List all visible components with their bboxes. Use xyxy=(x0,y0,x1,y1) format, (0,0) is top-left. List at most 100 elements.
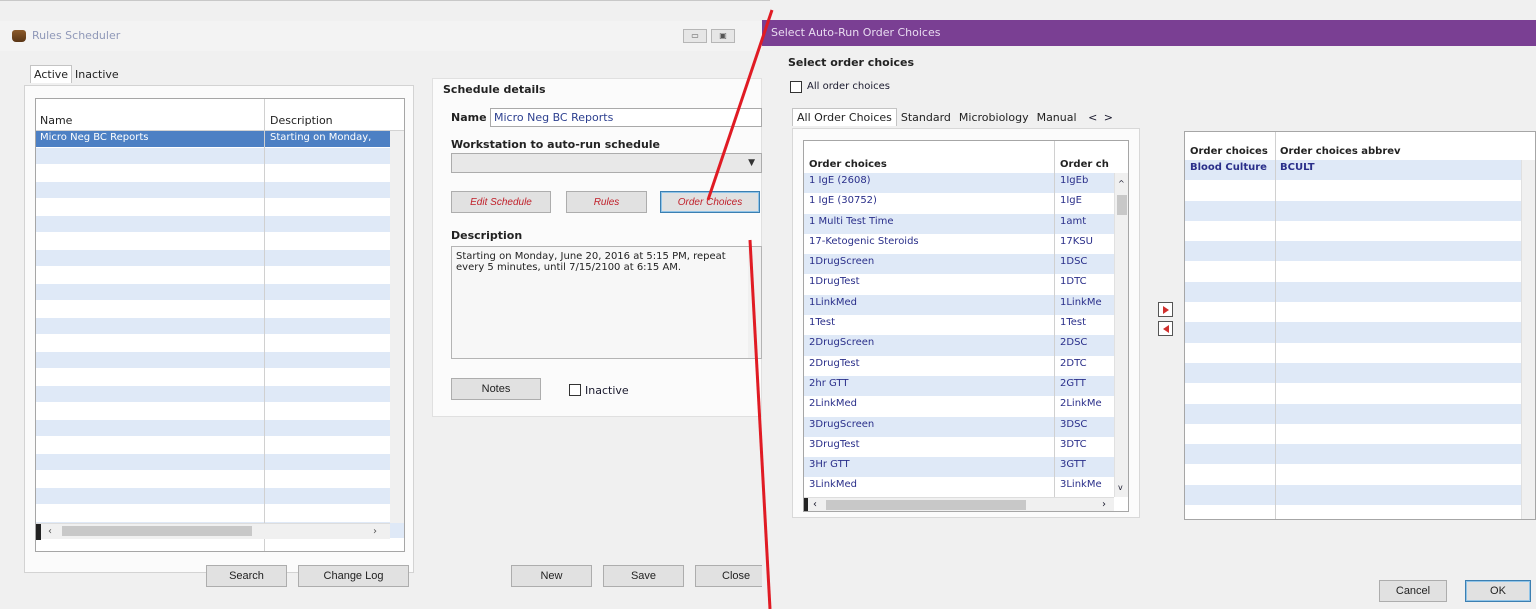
list-item[interactable]: 3DrugTest 3DTC xyxy=(804,437,1114,457)
table-row[interactable] xyxy=(36,250,404,267)
list-item[interactable]: 1DrugScreen 1DSC xyxy=(804,254,1114,275)
list-item[interactable] xyxy=(1185,302,1521,322)
list-item[interactable]: 2LinkMed 2LinkMe xyxy=(804,396,1114,416)
column-header-order-abbrev[interactable]: Order ch xyxy=(1060,159,1109,170)
table-row[interactable] xyxy=(36,182,404,199)
table-row[interactable] xyxy=(36,233,404,250)
table-row[interactable] xyxy=(36,301,404,318)
list-item[interactable] xyxy=(1185,484,1521,506)
table-row[interactable] xyxy=(36,539,404,551)
list-item[interactable] xyxy=(1185,505,1521,519)
cancel-button[interactable]: Cancel xyxy=(1379,580,1447,602)
list-item[interactable] xyxy=(1185,403,1521,424)
scroll-thumb[interactable] xyxy=(826,500,1026,510)
tab-all-order-choices[interactable]: All Order Choices xyxy=(792,108,897,126)
table-row[interactable] xyxy=(36,437,404,454)
list-item[interactable] xyxy=(1185,261,1521,281)
maximize-icon[interactable]: ▣ xyxy=(711,29,735,43)
rules-button[interactable]: Rules xyxy=(566,191,647,213)
list-item[interactable] xyxy=(1185,241,1521,262)
table-row[interactable] xyxy=(36,318,404,335)
vertical-scrollbar[interactable] xyxy=(390,131,404,523)
description-textarea[interactable]: Starting on Monday, June 20, 2016 at 5:1… xyxy=(451,246,762,359)
name-field[interactable]: Micro Neg BC Reports xyxy=(490,108,762,127)
list-item[interactable] xyxy=(1185,221,1521,241)
table-row[interactable] xyxy=(36,267,404,284)
table-row[interactable] xyxy=(36,284,404,301)
scroll-left-icon[interactable]: ‹ xyxy=(813,499,817,510)
edit-schedule-button[interactable]: Edit Schedule xyxy=(451,191,551,213)
vertical-scrollbar[interactable] xyxy=(1521,160,1535,519)
list-item[interactable]: 1Test 1Test xyxy=(804,315,1114,335)
list-item[interactable]: 3Hr GTT 3GTT xyxy=(804,457,1114,478)
table-row[interactable] xyxy=(36,165,404,182)
move-left-arrow-icon[interactable] xyxy=(1158,321,1173,336)
list-item[interactable] xyxy=(1185,444,1521,465)
list-item[interactable] xyxy=(1185,180,1521,200)
tab-microbiology[interactable]: Microbiology xyxy=(955,109,1033,126)
list-item[interactable]: 2hr GTT 2GTT xyxy=(804,375,1114,397)
tab-inactive[interactable]: Inactive xyxy=(72,66,122,83)
all-order-choices-checkbox[interactable] xyxy=(790,81,802,93)
table-row[interactable] xyxy=(36,216,404,233)
scroll-right-icon[interactable]: › xyxy=(373,526,377,537)
horizontal-scrollbar[interactable]: ‹ › xyxy=(804,497,1114,511)
tab-active[interactable]: Active xyxy=(30,65,73,83)
minimize-icon[interactable]: ▭ xyxy=(683,29,707,43)
list-item[interactable] xyxy=(1185,200,1521,221)
search-button[interactable]: Search xyxy=(206,565,287,587)
scroll-thumb[interactable] xyxy=(1117,195,1127,215)
new-button[interactable]: New xyxy=(511,565,592,587)
tab-scroll-right-icon[interactable]: > xyxy=(1104,111,1113,124)
workstation-combo[interactable]: ▼ xyxy=(451,153,762,173)
table-row[interactable] xyxy=(36,420,404,437)
list-item[interactable]: Blood Culture BCULT xyxy=(1185,160,1521,181)
table-row[interactable] xyxy=(36,403,404,420)
list-item[interactable]: 1 Multi Test Time 1amt xyxy=(804,213,1114,234)
scroll-down-icon[interactable]: v xyxy=(1118,483,1123,492)
column-header-order-choices[interactable]: Order choices xyxy=(1190,146,1268,157)
list-item[interactable]: 1 IgE (30752) 1IgE xyxy=(804,193,1114,213)
tab-manual[interactable]: Manual xyxy=(1033,109,1081,126)
table-row[interactable] xyxy=(36,471,404,488)
list-item[interactable]: 2DrugTest 2DTC xyxy=(804,356,1114,376)
table-row[interactable] xyxy=(36,335,404,352)
notes-button[interactable]: Notes xyxy=(451,378,541,400)
column-header-name[interactable]: Name xyxy=(40,114,72,127)
close-button[interactable]: Close xyxy=(695,565,765,587)
list-item[interactable] xyxy=(1185,464,1521,484)
list-item[interactable] xyxy=(1185,362,1521,384)
tab-scroll-left-icon[interactable]: < xyxy=(1088,111,1097,124)
table-row[interactable] xyxy=(36,488,404,505)
table-row[interactable] xyxy=(36,454,404,471)
ok-button[interactable]: OK xyxy=(1465,580,1531,602)
column-header-description[interactable]: Description xyxy=(270,114,333,127)
scroll-up-icon[interactable]: ^ xyxy=(1118,179,1125,188)
table-row[interactable] xyxy=(36,505,404,522)
tab-standard[interactable]: Standard xyxy=(897,109,955,126)
list-item[interactable]: 2DrugScreen 2DSC xyxy=(804,335,1114,356)
list-item[interactable]: 3DrugScreen 3DSC xyxy=(804,416,1114,437)
save-button[interactable]: Save xyxy=(603,565,684,587)
column-header-order-choices[interactable]: Order choices xyxy=(809,159,887,170)
list-item[interactable] xyxy=(1185,343,1521,363)
table-row[interactable] xyxy=(36,199,404,216)
order-choices-button[interactable]: Order Choices xyxy=(660,191,760,213)
table-row[interactable] xyxy=(36,148,404,165)
list-item[interactable]: 17-Ketogenic Steroids 17KSU xyxy=(804,234,1114,254)
list-item[interactable] xyxy=(1185,281,1521,303)
change-log-button[interactable]: Change Log xyxy=(298,565,409,587)
column-header-order-abbrev[interactable]: Order choices abbrev xyxy=(1280,146,1401,157)
scroll-thumb[interactable] xyxy=(62,526,252,536)
list-item[interactable]: 3LinkMed 3LinkMe xyxy=(804,477,1114,497)
list-item[interactable] xyxy=(1185,383,1521,403)
horizontal-scrollbar[interactable]: ‹ › xyxy=(36,523,390,540)
move-right-arrow-icon[interactable] xyxy=(1158,302,1173,317)
list-item[interactable]: 1DrugTest 1DTC xyxy=(804,274,1114,294)
list-item[interactable] xyxy=(1185,322,1521,343)
inactive-checkbox[interactable] xyxy=(569,384,581,396)
scroll-right-icon[interactable]: › xyxy=(1102,499,1106,510)
table-row[interactable] xyxy=(36,369,404,386)
vertical-scrollbar[interactable]: ^ v xyxy=(1114,173,1128,497)
list-item[interactable]: 1LinkMed 1LinkMe xyxy=(804,294,1114,316)
